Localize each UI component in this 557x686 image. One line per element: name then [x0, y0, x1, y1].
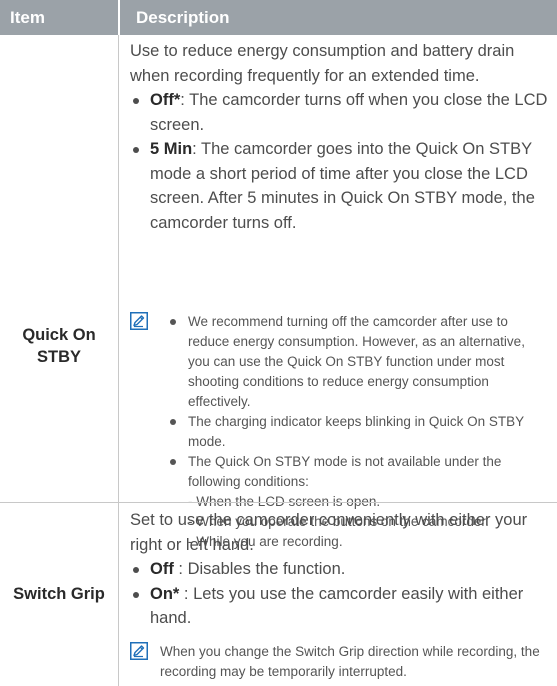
header-description: Description [136, 8, 230, 27]
bullet-icon [170, 419, 176, 425]
option-text: : Lets you use the camcorder easily with… [150, 584, 524, 628]
option-text: : Disables the function. [173, 560, 346, 578]
bullet-icon [170, 319, 176, 325]
settings-table: Item Description Quick On STBY Use to re… [0, 0, 557, 686]
bullet-icon [170, 459, 176, 465]
switch-grip-note: When you change the Switch Grip directio… [130, 642, 550, 682]
table-header: Item Description [0, 0, 557, 35]
option-text: : The camcorder turns off when you close… [150, 91, 548, 134]
item-switch-grip: Switch Grip [0, 583, 118, 605]
option-list: Off*: The camcorder turns off when you c… [130, 88, 550, 235]
list-item: 5 Min: The camcorder goes into the Quick… [130, 137, 550, 235]
bullet-icon [133, 567, 139, 573]
note-text: When you change the Switch Grip directio… [160, 644, 540, 679]
item-label-line: Switch Grip [13, 585, 105, 603]
item-label-line: STBY [36, 348, 81, 366]
bullet-icon [133, 591, 139, 598]
bullet-icon [133, 147, 139, 153]
note-text: We recommend turning off the camcorder a… [188, 314, 525, 409]
option-text: : The camcorder goes into the Quick On S… [150, 140, 535, 232]
bullet-icon [133, 98, 139, 104]
note-pencil-icon [130, 642, 148, 660]
header-item: Item [10, 8, 45, 27]
note-text: The charging indicator keeps blinking in… [188, 414, 524, 449]
item-label-line: Quick On [22, 326, 96, 344]
item-quick-on-stby: Quick On STBY [0, 324, 118, 368]
quick-on-stby-description: Use to reduce energy consumption and bat… [130, 39, 550, 235]
list-item: Off : Disables the function. [130, 557, 550, 582]
note-pencil-icon [130, 312, 148, 330]
option-list: Off : Disables the function. On* : Lets … [130, 557, 550, 631]
column-divider [118, 35, 119, 686]
option-term: Off [150, 560, 174, 578]
option-term: On* [150, 584, 180, 603]
note-text: The Quick On STBY mode is not available … [188, 454, 502, 489]
list-item: The charging indicator keeps blinking in… [168, 412, 550, 452]
row-divider [0, 502, 557, 503]
switch-grip-description: Set to use the camcorder conveniently wi… [130, 508, 550, 631]
option-term: Off* [150, 91, 181, 109]
header-divider [118, 0, 120, 35]
description-intro: Set to use the camcorder conveniently wi… [130, 511, 528, 554]
list-item: On* : Lets you use the camcorder easily … [130, 582, 550, 631]
option-term: 5 Min [150, 140, 193, 158]
description-intro: Use to reduce energy consumption and bat… [130, 42, 515, 85]
list-item: We recommend turning off the camcorder a… [168, 312, 550, 412]
list-item: Off*: The camcorder turns off when you c… [130, 88, 550, 137]
